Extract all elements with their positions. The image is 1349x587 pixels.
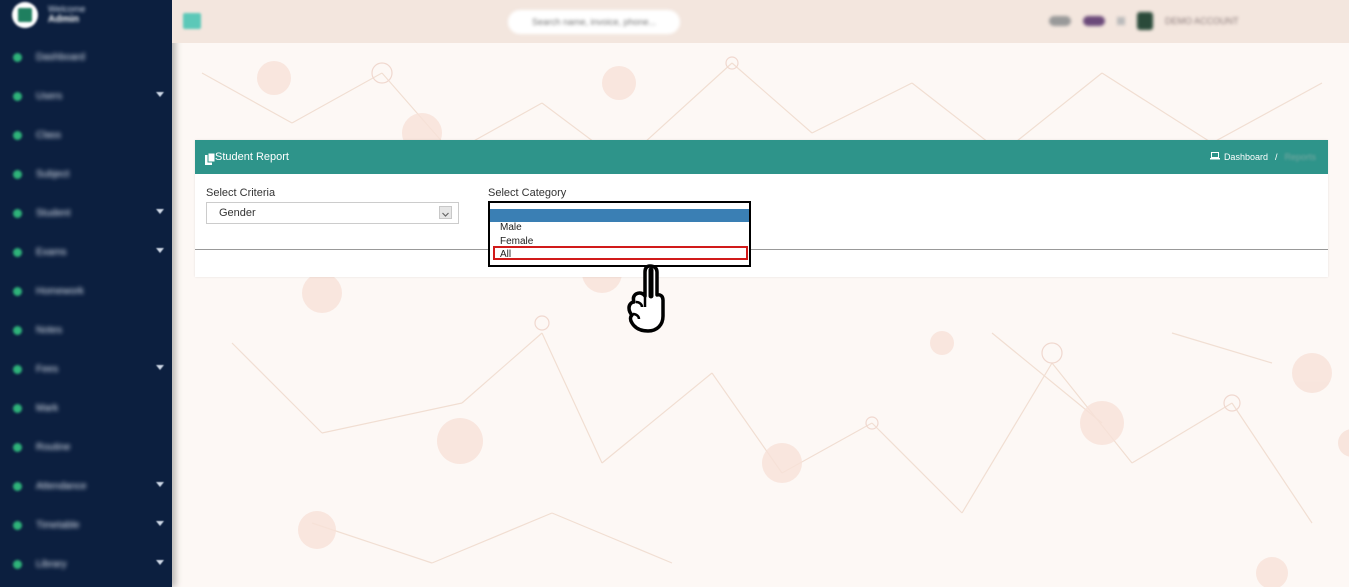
- school-logo: [12, 2, 38, 28]
- sidebar-menu: Dashboard Users Class Subject Student Ex…: [0, 38, 172, 584]
- criteria-select[interactable]: Gender: [206, 202, 459, 224]
- chevron-down-icon: [156, 365, 164, 370]
- sidebar: Welcome Admin Dashboard Users Class Subj…: [0, 0, 172, 587]
- sidebar-item-label: Class: [36, 130, 62, 141]
- dropdown-selected-option[interactable]: [490, 209, 749, 222]
- language-toggle[interactable]: [1049, 16, 1071, 26]
- sidebar-item-class[interactable]: Class: [0, 116, 172, 155]
- sidebar-item-label: Student: [36, 208, 71, 219]
- sidebar-item-label: Exams: [36, 247, 67, 258]
- divider: [195, 249, 1328, 250]
- option-all-highlight: [493, 246, 748, 260]
- sidebar-item-label: Attendance: [36, 481, 87, 492]
- option-male[interactable]: Male: [500, 222, 522, 233]
- sidebar-item-label: Users: [36, 91, 63, 102]
- panel-header: Student Report Dashboard / Reports: [195, 140, 1328, 174]
- mark-icon: [13, 404, 22, 413]
- criteria-select-value: Gender: [219, 207, 256, 219]
- sidebar-item-users[interactable]: Users: [0, 77, 172, 116]
- timetable-icon: [13, 521, 22, 530]
- sidebar-item-label: Homework: [36, 286, 84, 297]
- sidebar-item-label: Fees: [36, 364, 59, 375]
- sidebar-item-attendance[interactable]: Attendance: [0, 467, 172, 506]
- panel-title: Student Report: [215, 151, 289, 163]
- student-icon: [13, 209, 22, 218]
- sidebar-item-dashboard[interactable]: Dashboard: [0, 38, 172, 77]
- chevron-down-icon: [156, 560, 164, 565]
- chevron-down-icon: [156, 92, 164, 97]
- report-panel: Student Report Dashboard / Reports Selec…: [195, 140, 1328, 277]
- menu-toggle-icon[interactable]: [183, 13, 201, 29]
- sidebar-item-subject[interactable]: Subject: [0, 155, 172, 194]
- sidebar-item-label: Library: [36, 559, 67, 570]
- sidebar-item-timetable[interactable]: Timetable: [0, 506, 172, 545]
- sidebar-item-label: Subject: [36, 169, 70, 180]
- sidebar-item-label: Mark: [36, 403, 59, 414]
- users-icon: [13, 92, 22, 101]
- fees-icon: [13, 365, 22, 374]
- category-label: Select Category: [488, 187, 567, 199]
- sidebar-item-exams[interactable]: Exams: [0, 233, 172, 272]
- laptop-icon: [1209, 152, 1220, 162]
- document-icon: [205, 152, 216, 165]
- homework-icon: [13, 287, 22, 296]
- chevron-down-icon: [156, 521, 164, 526]
- account-logo: [1137, 12, 1153, 30]
- account-menu[interactable]: DEMO ACCOUNT: [1165, 16, 1239, 26]
- sidebar-item-label: Notes: [36, 325, 63, 336]
- search-input[interactable]: [508, 10, 680, 34]
- sidebar-item-fees[interactable]: Fees: [0, 350, 172, 389]
- background-pattern: [201, 56, 1349, 587]
- user-role: Admin: [48, 14, 80, 25]
- breadcrumb: Dashboard / Reports: [1209, 152, 1316, 162]
- topbar-actions: DEMO ACCOUNT: [1049, 12, 1239, 30]
- chevron-down-icon: [439, 206, 452, 219]
- routine-icon: [13, 443, 22, 452]
- sidebar-item-mark[interactable]: Mark: [0, 389, 172, 428]
- sidebar-brand: Welcome Admin: [12, 2, 85, 28]
- breadcrumb-separator: /: [1274, 152, 1278, 162]
- sidebar-item-label: Routine: [36, 442, 71, 453]
- chevron-down-icon: [156, 209, 164, 214]
- sidebar-item-student[interactable]: Student: [0, 194, 172, 233]
- breadcrumb-current: Reports: [1284, 152, 1316, 162]
- sidebar-item-routine[interactable]: Routine: [0, 428, 172, 467]
- attendance-icon: [13, 482, 22, 491]
- sidebar-item-homework[interactable]: Homework: [0, 272, 172, 311]
- library-icon: [13, 560, 22, 569]
- welcome-text: Welcome: [48, 4, 86, 14]
- sidebar-item-label: Dashboard: [36, 52, 85, 63]
- chevron-down-icon: [156, 248, 164, 253]
- exams-icon: [13, 248, 22, 257]
- breadcrumb-home-link[interactable]: Dashboard: [1224, 152, 1268, 162]
- sidebar-item-library[interactable]: Library: [0, 545, 172, 584]
- sidebar-item-label: Timetable: [36, 520, 80, 531]
- pointing-hand-icon: [627, 264, 665, 333]
- subject-icon: [13, 170, 22, 179]
- class-icon: [13, 131, 22, 140]
- chevron-down-icon: [156, 482, 164, 487]
- dashboard-icon: [13, 53, 22, 62]
- criteria-label: Select Criteria: [206, 187, 276, 199]
- notes-icon: [13, 326, 22, 335]
- flag-icon[interactable]: [1083, 16, 1105, 26]
- sidebar-item-notes[interactable]: Notes: [0, 311, 172, 350]
- message-icon[interactable]: [1117, 17, 1125, 25]
- topbar: DEMO ACCOUNT: [172, 0, 1349, 43]
